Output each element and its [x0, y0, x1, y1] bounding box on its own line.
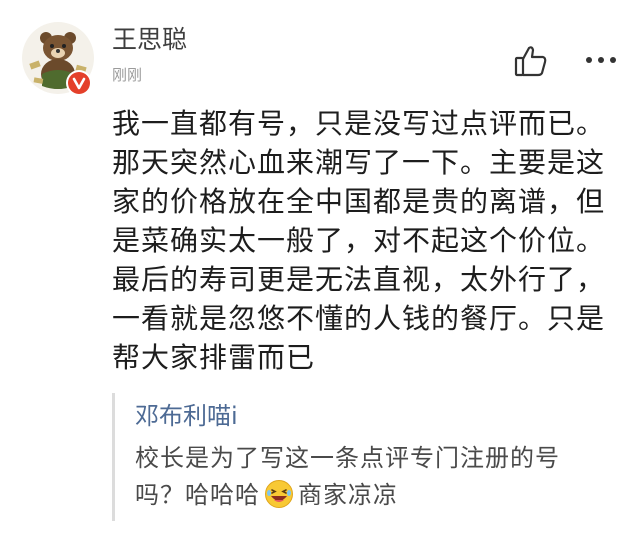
- timestamp: 刚刚: [112, 66, 143, 84]
- username[interactable]: 王思聪: [112, 24, 187, 56]
- reply-quote[interactable]: 邓布利喵i 校长是为了写这一条点评专门注册的号吗？哈哈哈 商家凉凉: [112, 393, 615, 521]
- reply-text-after-emoji: 商家凉凉: [298, 481, 398, 509]
- comment-card: 王思聪 刚刚 我一直都有号，只是没写过点评而已。那天突然心血来潮写了一下。主要是…: [0, 0, 640, 541]
- laughing-emoji-icon: [264, 479, 294, 509]
- more-dots-icon[interactable]: [581, 50, 621, 70]
- reply-author[interactable]: 邓布利喵i: [135, 401, 238, 431]
- comment-text: 我一直都有号，只是没写过点评而已。那天突然心血来潮写了一下。主要是这家的价格放在…: [112, 107, 606, 374]
- verified-badge-icon: [66, 70, 92, 96]
- reply-text: 校长是为了写这一条点评专门注册的号吗？哈哈哈 商家凉凉: [135, 440, 605, 514]
- thumbs-up-icon[interactable]: [513, 44, 549, 78]
